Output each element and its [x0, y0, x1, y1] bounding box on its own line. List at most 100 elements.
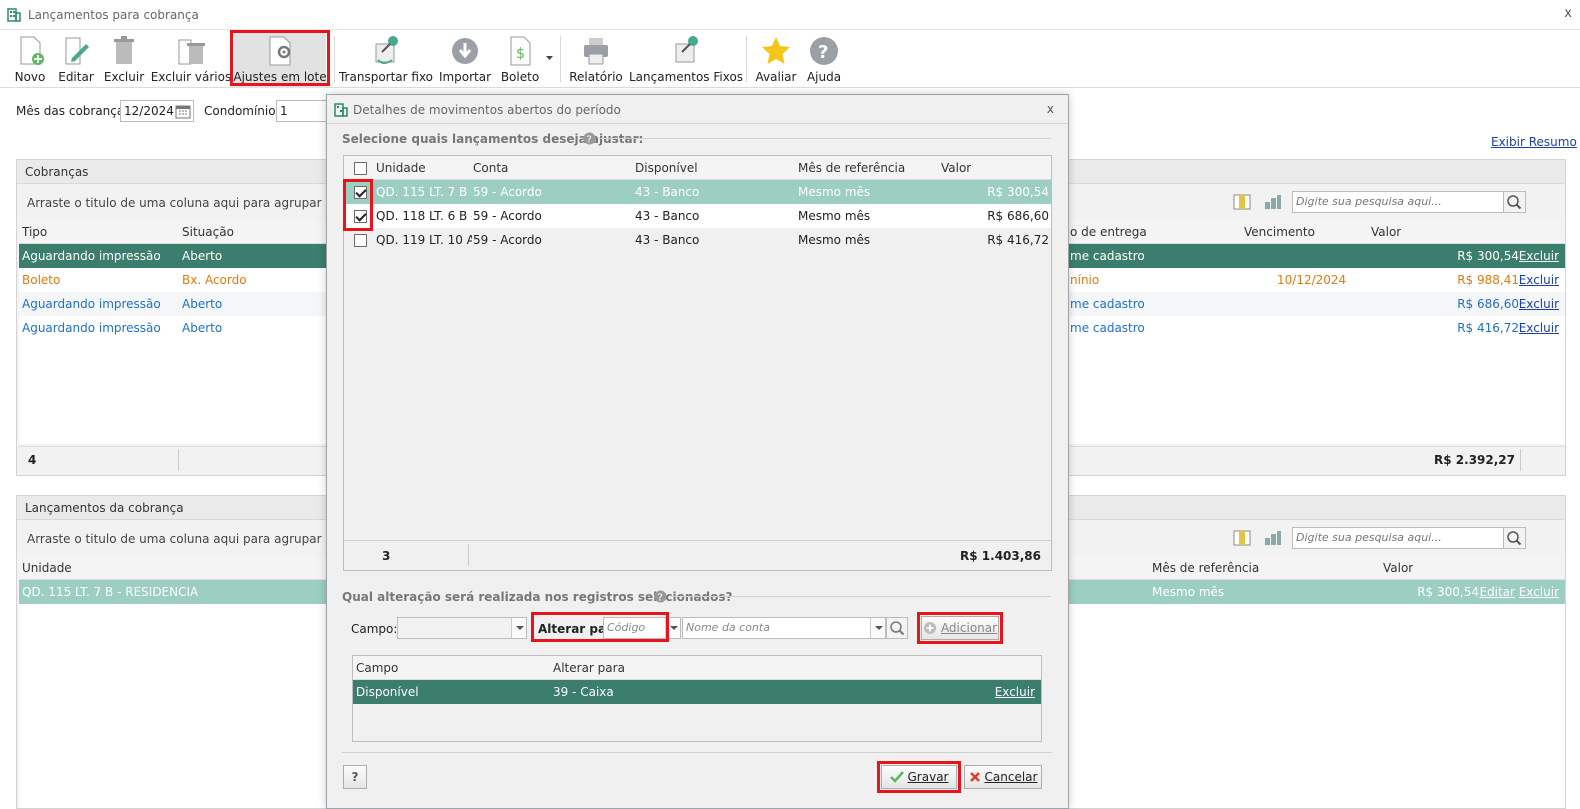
lancamentos-search-input[interactable]: Digite sua pesquisa aqui... — [1292, 527, 1526, 549]
chevron-down-icon[interactable] — [511, 618, 526, 638]
row-mes-ref: Mesmo mês — [798, 233, 871, 247]
movimentos-count: 3 — [382, 549, 391, 563]
row-unidade: QD. 115 LT. 7 B - RESIDENCIA — [22, 585, 199, 599]
col-tipo[interactable]: Tipo — [22, 220, 47, 244]
novo-button[interactable]: Novo — [12, 30, 48, 88]
modal-close-button[interactable]: x — [1047, 102, 1054, 116]
nome-conta-input[interactable]: Nome da conta — [682, 617, 886, 639]
col-unidade[interactable]: Unidade — [376, 156, 426, 180]
group-panel-icon[interactable] — [1264, 194, 1282, 210]
relatorio-button[interactable]: Relatório — [568, 30, 624, 88]
new-document-icon — [20, 36, 44, 65]
campo-label: Campo: — [351, 622, 398, 636]
help-button[interactable]: ? — [343, 765, 367, 789]
row-editar-link[interactable]: Editar — [1479, 580, 1515, 604]
row-excluir-link[interactable]: Excluir — [995, 680, 1035, 704]
editar-button[interactable]: Editar — [58, 30, 94, 88]
condominio-value: 1 — [280, 104, 288, 118]
row-unidade: QD. 115 LT. 7 B -... — [376, 185, 472, 199]
calendar-icon[interactable] — [175, 103, 191, 119]
exibir-resumo-link[interactable]: Exibir Resumo — [1491, 135, 1577, 149]
col-disponivel[interactable]: Disponível — [635, 156, 698, 180]
cancelar-button[interactable]: Cancelar — [964, 765, 1042, 789]
boleto-button[interactable]: $ Boleto — [500, 30, 540, 88]
row-alterar-para: 39 - Caixa — [553, 685, 614, 699]
lancamentos-group-hint: Arraste o titulo de uma coluna aqui para… — [27, 532, 377, 546]
condominio-input[interactable]: 1 — [276, 100, 328, 122]
row-valor: R$ 300,54 — [1457, 249, 1519, 263]
search-icon[interactable] — [1503, 528, 1525, 548]
star-icon — [762, 37, 790, 64]
lancamentos-fixos-button[interactable]: Lançamentos Fixos — [629, 30, 743, 88]
condominio-label: Condomínio: — [204, 104, 280, 118]
table-row[interactable]: QD. 119 LT. 10 A... 59 - Acordo 43 - Ban… — [344, 228, 1051, 252]
row-valor: R$ 686,60 — [987, 209, 1049, 223]
conta-placeholder: Nome da conta — [686, 621, 770, 634]
mes-input[interactable]: 12/2024 — [120, 100, 194, 122]
cobrancas-search-input[interactable]: Digite sua pesquisa aqui... — [1292, 191, 1526, 213]
conta-search-button[interactable] — [886, 617, 908, 639]
excluir-varios-label: Excluir vários — [150, 70, 232, 84]
chevron-down-icon[interactable] — [870, 618, 885, 638]
help-circle-icon[interactable]: ? — [654, 590, 667, 603]
boleto-label: Boleto — [500, 70, 540, 84]
excluir-varios-button[interactable]: Excluir vários — [150, 30, 232, 88]
boleto-dropdown-arrow-icon[interactable] — [546, 56, 554, 62]
col-alterar-para[interactable]: Alterar para — [553, 656, 625, 680]
col-mes-ref[interactable]: Mês de referência — [798, 156, 905, 180]
excluir-button[interactable]: Excluir — [104, 30, 144, 88]
table-row[interactable]: Disponível 39 - Caixa Excluir — [353, 680, 1041, 704]
row-valor: R$ 988,41 — [1457, 273, 1519, 287]
modal-title: Detalhes de movimentos abertos do períod… — [353, 103, 621, 117]
transportar-fixo-button[interactable]: Transportar fixo — [338, 30, 434, 88]
row-valor: R$ 416,72 — [987, 233, 1049, 247]
avaliar-button[interactable]: Avaliar — [754, 30, 798, 88]
cobrancas-search-placeholder: Digite sua pesquisa aqui... — [1296, 195, 1442, 208]
row-excluir-link[interactable]: Excluir — [1519, 244, 1559, 268]
table-row[interactable]: QD. 115 LT. 7 B -... 59 - Acordo 43 - Ba… — [344, 180, 1051, 204]
ajuda-button[interactable]: ? Ajuda — [804, 30, 844, 88]
transportar-label: Transportar fixo — [338, 70, 434, 84]
column-chooser-icon[interactable] — [1233, 530, 1251, 546]
row-excluir-link[interactable]: Excluir — [1519, 316, 1559, 340]
pin-transfer-icon — [375, 36, 398, 64]
col-mes-ref[interactable]: Mês de referência — [1152, 556, 1259, 580]
row-conta: 59 - Acordo — [473, 233, 542, 247]
row-excluir-link[interactable]: Excluir — [1519, 292, 1559, 316]
col-conta[interactable]: Conta — [473, 156, 508, 180]
campo-select[interactable] — [397, 617, 527, 639]
col-vencimento[interactable]: Vencimento — [1244, 220, 1315, 244]
importar-button[interactable]: Importar — [438, 30, 492, 88]
row-valor: R$ 686,60 — [1457, 297, 1519, 311]
section2-title: Qual alteração será realizada nos regist… — [342, 590, 733, 604]
row-valor: R$ 300,54 — [987, 185, 1049, 199]
search-icon[interactable] — [1503, 192, 1525, 212]
col-situacao[interactable]: Situação — [182, 220, 234, 244]
row-tipo: Aguardando impressão — [22, 249, 161, 263]
highlight-ajustes — [230, 30, 330, 86]
row-excluir-link[interactable]: Excluir — [1519, 268, 1559, 292]
row-vencimento: 10/12/2024 — [1277, 273, 1347, 287]
col-entrega[interactable]: o de entrega — [1070, 220, 1147, 244]
movimentos-total: R$ 1.403,86 — [960, 549, 1041, 563]
col-valor[interactable]: Valor — [1383, 556, 1413, 580]
col-unidade[interactable]: Unidade — [22, 556, 72, 580]
table-row[interactable]: QD. 118 LT. 6 B -... 59 - Acordo 43 - Ba… — [344, 204, 1051, 228]
editar-label: Editar — [58, 70, 94, 84]
row-checkbox[interactable] — [354, 234, 367, 247]
highlight-adicionar — [917, 612, 1003, 644]
col-valor[interactable]: Valor — [941, 156, 971, 180]
help-circle-icon[interactable]: ? — [583, 132, 596, 145]
pin-icon — [675, 36, 698, 63]
column-chooser-icon[interactable] — [1233, 194, 1251, 210]
select-all-checkbox[interactable] — [354, 162, 367, 175]
row-excluir-link[interactable]: Excluir — [1519, 580, 1559, 604]
col-valor[interactable]: Valor — [1371, 220, 1401, 244]
window-close-button[interactable]: x — [1564, 6, 1572, 21]
group-panel-icon[interactable] — [1264, 530, 1282, 546]
row-mes-ref: Mesmo mês — [798, 185, 871, 199]
row-situacao: Aberto — [182, 249, 223, 263]
col-campo[interactable]: Campo — [356, 656, 398, 680]
row-tipo: Aguardando impressão — [22, 297, 161, 311]
avaliar-label: Avaliar — [755, 70, 797, 84]
